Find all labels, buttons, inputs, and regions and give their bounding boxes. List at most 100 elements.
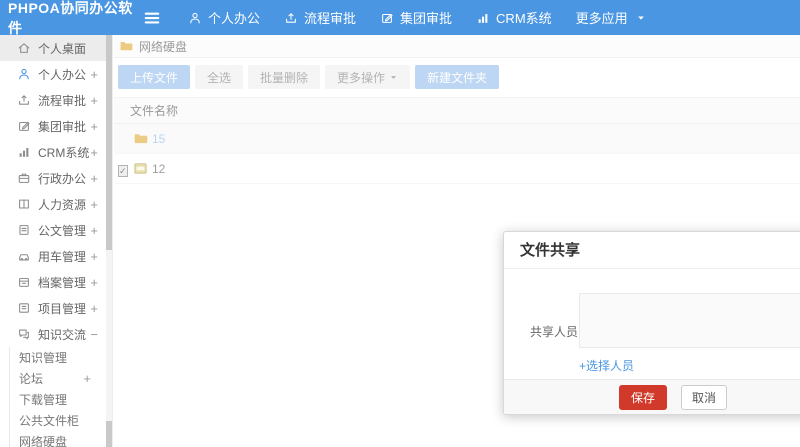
sidebar-item[interactable]: 档案管理 + xyxy=(0,269,112,295)
sidebar-item[interactable]: 集团审批 + xyxy=(0,113,112,139)
sidebar-subitem[interactable]: 网络硬盘 xyxy=(10,431,112,447)
sidebar-item[interactable]: 行政办公 + xyxy=(0,165,112,191)
modal-body: 共享人员 xyxy=(504,269,800,348)
table-row[interactable]: ✓ 15 xyxy=(114,124,800,154)
modal-footer: 保存 取消 xyxy=(504,379,800,414)
sidebar-subitem[interactable]: 公共文件柜 xyxy=(10,410,112,431)
top-nav-item-label: 更多应用 xyxy=(575,11,628,26)
toolbar-button[interactable]: 更多操作 xyxy=(325,65,411,89)
toolbar-button[interactable]: 新建文件夹 xyxy=(415,65,500,89)
expand-toggle[interactable]: + xyxy=(90,223,98,238)
sidebar-subitem-label: 公共文件柜 xyxy=(19,414,80,428)
briefcase-icon xyxy=(17,171,31,185)
top-nav-item-label: CRM系统 xyxy=(496,11,552,26)
chart-icon xyxy=(17,145,31,159)
sidebar-item[interactable]: 知识交流 − xyxy=(0,321,112,347)
edit-icon xyxy=(17,119,31,133)
flow-icon xyxy=(17,93,31,107)
scrollbar-thumb[interactable] xyxy=(106,35,112,250)
sidebar-item[interactable]: 个人办公 + xyxy=(0,61,112,87)
sidebar-item[interactable]: 公文管理 + xyxy=(0,217,112,243)
sidebar-scrollbar[interactable] xyxy=(106,35,112,447)
project-icon xyxy=(17,301,31,315)
top-navbar: PHPOA协同办公软件 个人办公 流程审批 集团审批 CRM系统 更多应用 xyxy=(0,0,800,36)
top-nav-item[interactable]: 集团审批 xyxy=(380,8,452,27)
sidebar-subitem[interactable]: 下载管理 xyxy=(10,389,112,410)
top-nav-item[interactable]: CRM系统 xyxy=(476,8,552,27)
expand-toggle[interactable]: + xyxy=(90,197,98,212)
expand-toggle[interactable]: + xyxy=(90,301,98,316)
file-name: 12 xyxy=(152,161,166,176)
sidebar-item-label: 个人办公 xyxy=(38,67,87,82)
sidebar-item[interactable]: 个人桌面 xyxy=(0,35,112,61)
file-icon xyxy=(133,161,148,176)
file-toolbar: 上传文件 全选 批量删除 更多操作 新建文件夹 xyxy=(114,58,800,96)
toolbar-button-label: 全选 xyxy=(207,70,232,85)
sidebar-item-label: 档案管理 xyxy=(38,275,87,290)
sidebar-subitem[interactable]: 论坛 + xyxy=(10,368,112,389)
chat-icon xyxy=(17,327,31,341)
car-icon xyxy=(17,249,31,263)
file-table: 文件名称 ✓ 15 ✓ 12 xyxy=(114,97,800,184)
expand-toggle[interactable]: + xyxy=(90,67,98,82)
book-icon xyxy=(17,197,31,211)
sidebar-item-label: 人力资源 xyxy=(38,197,87,212)
caret-down-icon xyxy=(389,73,398,82)
file-name: 15 xyxy=(152,131,166,146)
breadcrumb: 网络硬盘 xyxy=(114,35,800,58)
sidebar-item[interactable]: 人力资源 + xyxy=(0,191,112,217)
chart-icon xyxy=(476,11,490,25)
expand-toggle[interactable]: + xyxy=(90,93,98,108)
toolbar-button-label: 批量删除 xyxy=(260,70,309,85)
hamburger-menu-icon[interactable] xyxy=(142,8,162,28)
doc-icon xyxy=(17,223,31,237)
top-nav-item[interactable]: 更多应用 xyxy=(576,8,646,27)
expand-toggle[interactable]: + xyxy=(90,275,98,290)
breadcrumb-label: 网络硬盘 xyxy=(139,39,188,54)
cancel-button[interactable]: 取消 xyxy=(681,384,728,410)
sidebar-item[interactable]: CRM系统 + xyxy=(0,139,112,165)
top-nav-items: 个人办公 流程审批 集团审批 CRM系统 更多应用 xyxy=(188,8,646,27)
toolbar-button-label: 更多操作 xyxy=(337,70,386,85)
sidebar: 个人桌面 个人办公 + 流程审批 + 集团审批 + CRM系统 + 行政办公 +… xyxy=(0,35,113,447)
top-nav-item-label: 流程审批 xyxy=(304,11,357,26)
person-icon xyxy=(188,11,202,25)
expand-toggle[interactable]: + xyxy=(90,249,98,264)
toolbar-button[interactable]: 上传文件 xyxy=(118,65,191,89)
sidebar-subitem-label: 网络硬盘 xyxy=(19,435,68,447)
share-members-label: 共享人员 xyxy=(530,325,579,339)
select-members-link[interactable]: +选择人员 xyxy=(579,357,634,374)
archive-icon xyxy=(17,275,31,289)
expand-toggle[interactable]: + xyxy=(90,119,98,134)
top-nav-item[interactable]: 个人办公 xyxy=(188,8,260,27)
modal-title: 文件共享 xyxy=(504,232,800,269)
table-row[interactable]: ✓ 12 xyxy=(114,154,800,184)
sidebar-subitem-label: 论坛 xyxy=(19,372,44,386)
app-logo: PHPOA协同办公软件 xyxy=(8,0,133,36)
toolbar-button-label: 新建文件夹 xyxy=(427,70,488,85)
sidebar-submenu-knowledge: 知识管理 论坛 + 下载管理 公共文件柜 网络硬盘 xyxy=(9,347,112,447)
save-button[interactable]: 保存 xyxy=(618,384,667,410)
person-icon xyxy=(17,67,31,81)
toolbar-button[interactable]: 全选 xyxy=(195,65,244,89)
sidebar-item[interactable]: 项目管理 + xyxy=(0,295,112,321)
sidebar-subitem-label: 下载管理 xyxy=(19,393,68,407)
sidebar-item[interactable]: 流程审批 + xyxy=(0,87,112,113)
sidebar-main-items: 个人桌面 个人办公 + 流程审批 + 集团审批 + CRM系统 + 行政办公 +… xyxy=(0,35,112,347)
share-members-input[interactable] xyxy=(579,293,800,348)
table-header-filename: 文件名称 xyxy=(114,98,800,124)
sidebar-subitem[interactable]: 知识管理 xyxy=(10,347,112,368)
flow-icon xyxy=(284,11,298,25)
toolbar-button[interactable]: 批量删除 xyxy=(248,65,321,89)
folder-icon xyxy=(119,39,133,53)
row-checkbox[interactable]: ✓ xyxy=(118,165,128,177)
expand-toggle[interactable]: + xyxy=(90,171,98,186)
sidebar-item[interactable]: 用车管理 + xyxy=(0,243,112,269)
expand-toggle[interactable]: − xyxy=(90,327,98,342)
top-nav-item[interactable]: 流程审批 xyxy=(284,8,356,27)
sidebar-item-label: 项目管理 xyxy=(38,301,87,316)
expand-toggle[interactable]: + xyxy=(90,145,98,160)
edit-icon xyxy=(380,11,394,25)
expand-toggle[interactable]: + xyxy=(83,371,91,386)
scrollbar-thumb-bottom[interactable] xyxy=(106,421,112,447)
